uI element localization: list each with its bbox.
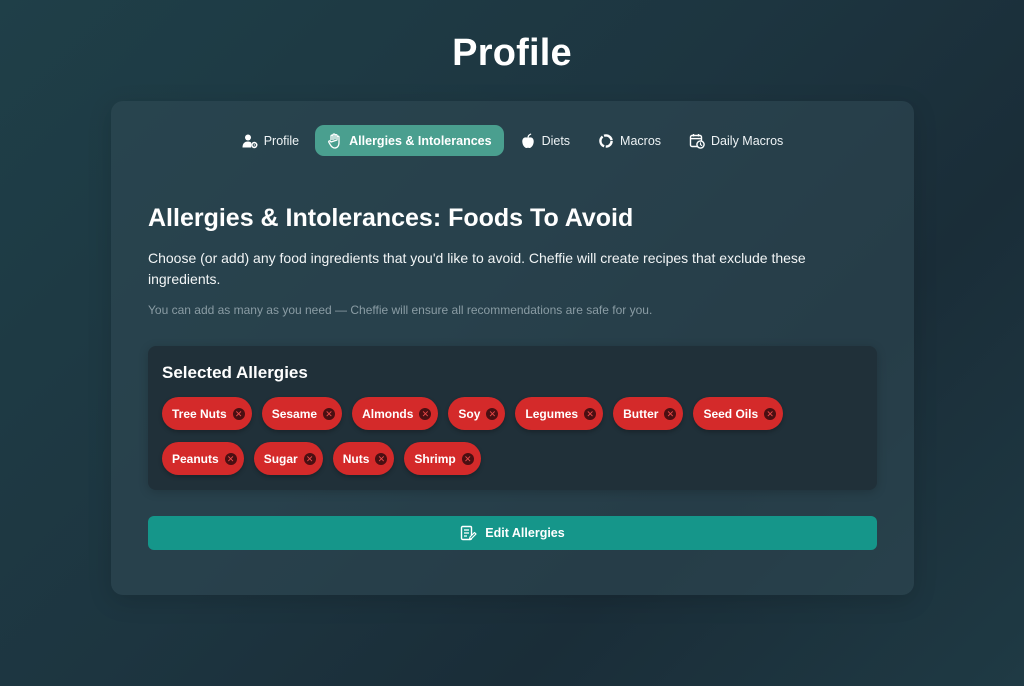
selected-allergies-title: Selected Allergies [162,363,308,382]
tab-allergies[interactable]: Allergies & Intolerances [315,125,504,156]
remove-icon[interactable]: ✕ [764,407,777,420]
chip-label: Sugar [263,451,298,466]
chip-label: Butter [623,406,659,421]
remove-icon[interactable]: ✕ [232,407,245,420]
remove-icon[interactable]: ✕ [584,407,597,420]
remove-icon[interactable]: ✕ [486,407,499,420]
allergy-chip: Almonds ✕ [352,397,439,430]
remove-icon[interactable]: ✕ [461,452,474,465]
tab-label: Daily Macros [711,133,784,148]
apple-icon [521,133,534,148]
section-hint: You can add as many as you need — Cheffi… [148,303,653,317]
section-heading: Allergies & Intolerances: Foods To Avoid [148,204,634,232]
edit-allergies-button[interactable]: Edit Allergies [148,516,877,550]
allergy-chip: Butter ✕ [613,397,684,430]
remove-icon[interactable]: ✕ [303,452,316,465]
user-gear-icon [242,134,258,148]
tab-daily-macros[interactable]: Daily Macros [677,125,795,156]
tab-label: Profile [263,133,300,148]
chip-label: Tree Nuts [172,406,227,421]
remove-icon[interactable]: ✕ [224,452,237,465]
section-description: Choose (or add) any food ingredients tha… [148,250,806,287]
chip-label: Almonds [362,406,414,421]
tab-label: Allergies & Intolerances [349,133,492,148]
hand-icon [328,132,340,149]
chip-label: Soy [458,406,481,421]
tab-label: Macros [620,133,662,148]
allergy-chip: Legumes ✕ [515,397,604,430]
allergy-chip: Seed Oils ✕ [693,397,784,430]
remove-icon[interactable]: ✕ [419,407,432,420]
edit-list-icon [461,525,477,540]
allergy-chip: Sesame ✕ [261,397,343,430]
profile-card: Profile Allergies & Intolerances Diets M… [111,101,914,595]
allergy-chip: Soy ✕ [448,397,506,430]
chip-label: Seed Oils [703,406,759,421]
remove-icon[interactable]: ✕ [323,407,336,420]
remove-icon[interactable]: ✕ [664,407,677,420]
allergy-chip: Peanuts ✕ [162,442,244,475]
page-title: Profile [452,32,572,74]
chip-label: Legumes [525,406,579,421]
allergy-chip: Tree Nuts ✕ [162,397,252,430]
allergy-chip: Nuts ✕ [332,442,395,475]
allergy-chip: Shrimp ✕ [404,442,481,475]
chip-label: Sesame [271,406,318,421]
allergy-chip: Sugar ✕ [253,442,323,475]
chip-label: Peanuts [172,451,219,466]
allergy-chip-list: Tree Nuts ✕ Sesame ✕ Almonds ✕ Soy ✕ Leg… [162,397,867,475]
donut-chart-icon [599,133,613,148]
tab-diets[interactable]: Diets [508,125,582,156]
tab-label: Diets [541,133,571,148]
tab-bar: Profile Allergies & Intolerances Diets M… [111,125,914,156]
edit-allergies-label: Edit Allergies [485,526,565,540]
tab-macros[interactable]: Macros [586,125,673,156]
chip-label: Shrimp [414,451,456,466]
tab-profile[interactable]: Profile [230,125,311,156]
calendar-clock-icon [689,133,705,149]
selected-allergies-panel: Selected Allergies Tree Nuts ✕ Sesame ✕ … [148,346,877,490]
chip-label: Nuts [342,451,370,466]
remove-icon[interactable]: ✕ [375,452,388,465]
